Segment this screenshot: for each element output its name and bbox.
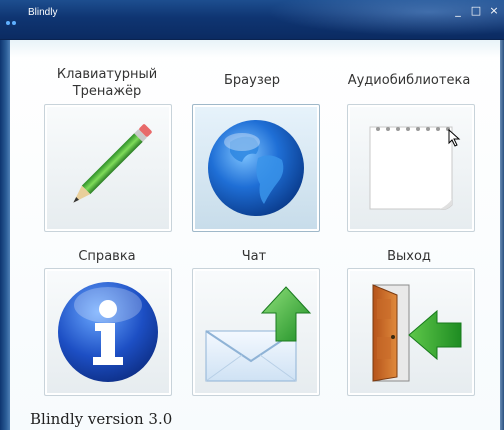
window-left-border	[0, 40, 10, 430]
tile-label-exit: Выход	[387, 249, 431, 264]
pencil-icon	[73, 124, 152, 203]
close-button[interactable]: ×	[488, 4, 500, 18]
tile-label-browser: Браузер	[224, 73, 280, 88]
envelope-icon	[205, 286, 312, 382]
tile-label-help: Справка	[78, 249, 136, 264]
chat-button[interactable]	[192, 268, 320, 396]
maximize-button[interactable]: □	[470, 4, 482, 18]
tile-label-keyboard-trainer: Клавиатурный Тренажёр	[56, 67, 158, 99]
exit-door-icon	[372, 284, 462, 382]
client-top-band	[10, 40, 504, 58]
tile-label-chat: Чат	[241, 249, 267, 264]
minimize-button[interactable]: _	[452, 4, 464, 18]
browser-button[interactable]	[192, 104, 320, 232]
info-icon	[58, 282, 158, 382]
app-logo-icon	[6, 10, 22, 25]
window-controls: _ □ ×	[452, 4, 500, 18]
title-bar[interactable]: Blindly _ □ ×	[0, 0, 504, 40]
version-label: Blindly version 3.0	[30, 410, 173, 428]
window-title: Blindly	[28, 7, 58, 18]
help-button[interactable]	[44, 268, 172, 396]
tile-label-audio-library: Аудиобиблиотека	[347, 73, 471, 88]
app-window: Blindly _ □ × Клавиатурный Тренажёр Брау…	[0, 0, 504, 430]
globe-icon	[208, 120, 304, 216]
exit-button[interactable]	[347, 268, 475, 396]
keyboard-trainer-button[interactable]	[44, 104, 172, 232]
audio-library-button[interactable]	[347, 104, 475, 232]
window-right-border	[500, 40, 504, 430]
mouse-cursor-icon	[448, 129, 461, 147]
main-panel: Клавиатурный Тренажёр Браузер Аудиобибли…	[10, 40, 504, 430]
